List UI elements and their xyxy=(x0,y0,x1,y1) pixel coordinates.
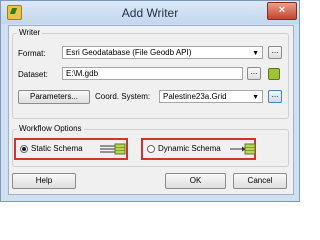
workflow-options-group: Workflow Options Static Schema Dynamic S… xyxy=(12,124,289,167)
chevron-down-icon: ▼ xyxy=(252,94,259,101)
dataset-value: E:\M.gdb xyxy=(66,69,99,78)
close-button[interactable]: × xyxy=(267,2,297,20)
format-dropdown[interactable]: Esri Geodatabase (File Geodb API) ▼ xyxy=(62,46,263,59)
help-button[interactable]: Help xyxy=(12,173,76,189)
format-label: Format: xyxy=(18,49,46,58)
coord-system-value: Palestine23a.Grid xyxy=(163,92,227,101)
format-value: Esri Geodatabase (File Geodb API) xyxy=(66,48,192,57)
dynamic-schema-radio[interactable] xyxy=(147,145,155,153)
dataset-browse-button[interactable]: ... xyxy=(247,67,261,80)
geodatabase-icon[interactable] xyxy=(268,68,280,80)
workflow-options-label: Workflow Options xyxy=(17,124,84,133)
coord-system-dropdown[interactable]: Palestine23a.Grid ▼ xyxy=(159,90,263,103)
dialog-title: Add Writer xyxy=(121,6,179,20)
writer-group-label: Writer xyxy=(17,28,43,37)
static-schema-option[interactable]: Static Schema xyxy=(14,138,128,160)
parameters-button[interactable]: Parameters... xyxy=(18,90,90,104)
title-bar: Add Writer × xyxy=(1,1,299,24)
coord-system-more-button[interactable]: ... xyxy=(268,90,282,103)
static-schema-label: Static Schema xyxy=(31,144,83,153)
format-more-button[interactable]: ... xyxy=(268,46,282,59)
static-schema-icon xyxy=(100,143,126,155)
dataset-input[interactable]: E:\M.gdb xyxy=(62,67,243,80)
coord-system-label: Coord. System: xyxy=(95,92,151,101)
cancel-button[interactable]: Cancel xyxy=(233,173,287,189)
add-writer-dialog: Add Writer × Writer Format: Esri Geodata… xyxy=(0,0,300,202)
static-schema-radio[interactable] xyxy=(20,145,28,153)
ok-button[interactable]: OK xyxy=(165,173,226,189)
dataset-label: Dataset: xyxy=(18,70,48,79)
chevron-down-icon: ▼ xyxy=(252,50,259,57)
writer-group: Writer Format: Esri Geodatabase (File Ge… xyxy=(12,28,289,119)
dynamic-schema-label: Dynamic Schema xyxy=(158,144,221,153)
dynamic-schema-option[interactable]: Dynamic Schema xyxy=(141,138,256,160)
dialog-body: Writer Format: Esri Geodatabase (File Ge… xyxy=(8,25,294,195)
dynamic-schema-icon xyxy=(230,143,256,155)
